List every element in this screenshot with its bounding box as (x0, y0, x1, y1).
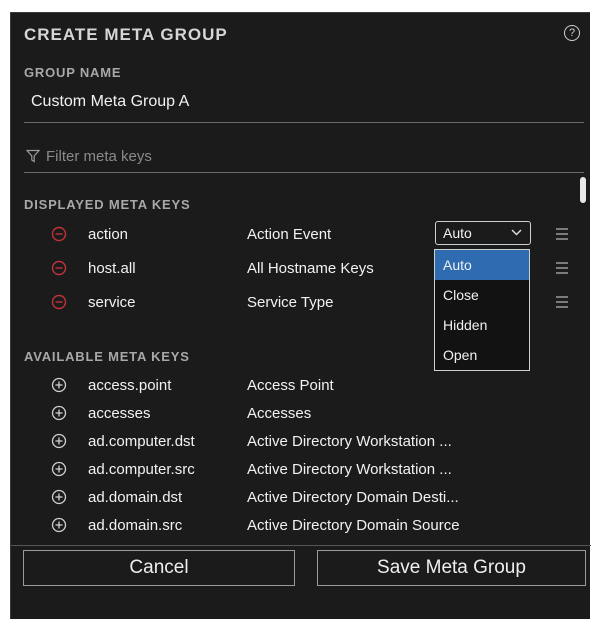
available-row-ad-computer-dst: ad.computer.dst Active Directory Worksta… (11, 427, 571, 455)
scrollbar-thumb[interactable] (580, 177, 586, 203)
meta-key-description: Service Type (247, 293, 334, 311)
display-mode-dropdown: Auto Close Hidden Open (434, 249, 530, 371)
add-icon[interactable] (51, 489, 67, 505)
drag-handle-icon[interactable] (556, 296, 568, 311)
add-icon[interactable] (51, 377, 67, 393)
meta-key-name: access.point (88, 376, 172, 394)
meta-key-name: host.all (88, 259, 136, 277)
meta-key-name: ad.computer.src (88, 460, 195, 478)
meta-key-name: ad.domain.src (88, 516, 183, 534)
dropdown-option-close[interactable]: Close (435, 280, 529, 310)
group-name-underline (24, 122, 584, 123)
remove-icon[interactable] (51, 294, 67, 310)
cancel-button[interactable]: Cancel (23, 550, 295, 586)
meta-key-description: Active Directory Workstation ... (247, 432, 452, 450)
display-mode-select[interactable]: Auto (435, 221, 531, 245)
meta-key-description: Active Directory Domain Desti... (247, 488, 459, 506)
add-icon[interactable] (51, 405, 67, 421)
remove-icon[interactable] (51, 226, 67, 242)
meta-key-description: Active Directory Workstation ... (247, 460, 452, 478)
available-row-accesses: accesses Accesses (11, 399, 571, 427)
question-circle-icon[interactable]: ? (564, 25, 580, 41)
meta-key-description: Active Directory Domain Source (247, 516, 460, 534)
group-name-label: GROUP NAME (24, 65, 122, 80)
filter-icon (26, 149, 40, 163)
create-meta-group-dialog: CREATE META GROUP ? GROUP NAME Custom Me… (10, 12, 591, 619)
drag-handle-icon[interactable] (556, 262, 568, 277)
add-icon[interactable] (51, 517, 67, 533)
filter-placeholder: Filter meta keys (46, 147, 152, 165)
available-row-ad-computer-src: ad.computer.src Active Directory Worksta… (11, 455, 571, 483)
group-name-input[interactable]: Custom Meta Group A (31, 93, 189, 111)
save-meta-group-button[interactable]: Save Meta Group (317, 550, 586, 586)
meta-key-description: Access Point (247, 376, 334, 394)
footer-divider (11, 545, 591, 546)
remove-icon[interactable] (51, 260, 67, 276)
add-icon[interactable] (51, 433, 67, 449)
meta-key-name: accesses (88, 404, 151, 422)
chevron-down-icon (511, 229, 522, 236)
meta-key-name: ad.computer.dst (88, 432, 195, 450)
dropdown-option-hidden[interactable]: Hidden (435, 310, 529, 340)
meta-key-description: All Hostname Keys (247, 259, 374, 277)
dialog-title: CREATE META GROUP (24, 25, 228, 44)
meta-key-description: Accesses (247, 404, 312, 422)
available-row-ad-domain-dst: ad.domain.dst Active Directory Domain De… (11, 483, 571, 511)
meta-key-description: Action Event (247, 225, 332, 243)
filter-meta-keys-input[interactable]: Filter meta keys (24, 141, 579, 171)
select-value: Auto (443, 225, 472, 241)
meta-key-name: service (88, 293, 136, 311)
meta-key-name: action (88, 225, 129, 243)
meta-key-name: ad.domain.dst (88, 488, 183, 506)
drag-handle-icon[interactable] (556, 228, 568, 243)
dropdown-option-open[interactable]: Open (435, 340, 529, 370)
dropdown-option-auto[interactable]: Auto (435, 250, 529, 280)
filter-underline (24, 172, 584, 173)
available-row-access-point: access.point Access Point (11, 371, 571, 399)
displayed-meta-keys-label: DISPLAYED META KEYS (24, 197, 191, 212)
add-icon[interactable] (51, 461, 67, 477)
available-meta-keys-label: AVAILABLE META KEYS (24, 349, 190, 364)
available-row-ad-domain-src: ad.domain.src Active Directory Domain So… (11, 511, 571, 539)
